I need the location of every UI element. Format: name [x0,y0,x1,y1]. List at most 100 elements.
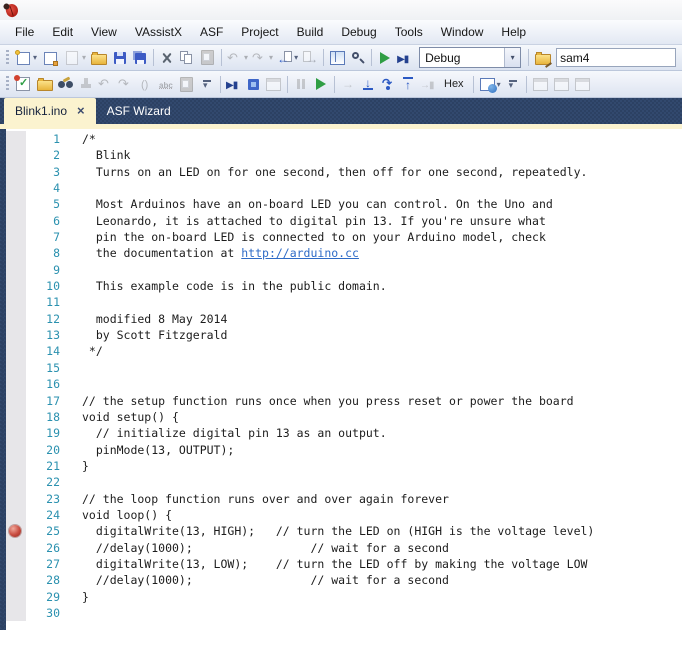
redo-button[interactable]: ▾ [250,46,275,70]
hex-toggle-button[interactable]: Hex [438,72,470,96]
find-in-files-button[interactable] [532,46,554,70]
breakpoint-gutter[interactable] [6,605,26,621]
breakpoint-gutter[interactable] [6,278,26,294]
breakpoint-gutter[interactable] [6,147,26,163]
code-line-text[interactable]: by Scott Fitzgerald [69,327,227,343]
continue-button[interactable] [311,72,331,96]
debug-break-button[interactable] [395,46,415,70]
code-line-text[interactable] [69,605,82,621]
code-line-text[interactable]: Most Arduinos have an on-board LED you c… [69,196,553,212]
va-spellcheck-button[interactable] [156,72,176,96]
breakpoint-gutter[interactable] [6,458,26,474]
menu-project[interactable]: Project [232,21,287,43]
break-all-button[interactable] [291,72,311,96]
breakpoint-gutter[interactable] [6,245,26,261]
code-line-text[interactable] [69,294,82,310]
arduino-link[interactable]: http://arduino.cc [241,246,359,260]
menu-vassistx[interactable]: VAssistX [126,21,191,43]
undo-button[interactable]: ▾ [225,46,250,70]
code-line-text[interactable]: //delay(1000); // wait for a second [69,540,449,556]
breakpoint-gutter[interactable] [6,229,26,245]
code-line-text[interactable]: // the loop function runs over and over … [69,491,449,507]
breakpoint-gutter[interactable] [6,474,26,490]
breakpoint-gutter[interactable] [6,294,26,310]
tab-asf-wizard[interactable]: ASF Wizard [96,98,182,124]
code-line-text[interactable]: pinMode(13, OUTPUT); [69,442,234,458]
va-paren-button[interactable] [136,72,156,96]
quick-search-input[interactable] [556,48,676,67]
code-line-text[interactable]: } [69,458,89,474]
breakpoint-gutter[interactable] [6,131,26,147]
code-line-text[interactable]: This example code is in the public domai… [69,278,387,294]
breakpoint-gutter[interactable] [6,589,26,605]
properties-window-button[interactable] [348,46,368,70]
code-line-text[interactable] [69,360,82,376]
code-editor[interactable]: 1/*2 Blink3 Turns on an LED on for one s… [0,129,682,630]
paste-button[interactable] [197,46,218,70]
code-line-text[interactable]: modified 8 May 2014 [69,311,227,327]
va-redo-button[interactable] [116,72,136,96]
menu-asf[interactable]: ASF [191,21,232,43]
save-all-button[interactable] [130,46,150,70]
toolbar-overflow-button-2[interactable] [503,72,523,96]
code-line-text[interactable]: void loop() { [69,507,172,523]
run-to-cursor-button[interactable] [418,72,438,96]
breakpoint-gutter[interactable] [6,262,26,278]
breakpoint-gutter[interactable] [6,343,26,359]
breakpoint-gutter[interactable] [6,360,26,376]
cut-button[interactable] [157,46,177,70]
breakpoint-gutter[interactable] [6,425,26,441]
va-undo-button[interactable] [96,72,116,96]
menu-window[interactable]: Window [432,21,493,43]
device-programming-button[interactable] [244,72,263,96]
breakpoint-gutter[interactable] [6,507,26,523]
breakpoint-gutter[interactable] [6,311,26,327]
add-new-item-button[interactable] [39,46,61,70]
code-line-text[interactable]: /* [69,131,96,147]
code-line-text[interactable]: digitalWrite(13, HIGH); // turn the LED … [69,523,594,539]
solution-explorer-button[interactable] [327,46,348,70]
code-line-text[interactable]: Blink [69,147,130,163]
code-line-text[interactable] [69,376,82,392]
code-line-text[interactable]: // initialize digital pin 13 as an outpu… [69,425,387,441]
code-line-text[interactable]: // the setup function runs once when you… [69,393,574,409]
breakpoint-gutter[interactable] [6,523,26,539]
debug-configuration-combo[interactable]: Debug▾ [419,47,521,68]
open-file-button[interactable] [88,46,110,70]
breakpoint-gutter[interactable] [6,164,26,180]
io-view-button[interactable] [530,72,551,96]
navigate-backward-button[interactable]: ▾ [275,46,300,70]
debug-break-all-button[interactable] [224,72,244,96]
breakpoint-gutter[interactable] [6,540,26,556]
breakpoint-gutter[interactable] [6,442,26,458]
code-line-text[interactable]: } [69,589,89,605]
step-over-button[interactable] [378,72,398,96]
breakpoint-gutter[interactable] [6,196,26,212]
code-line-text[interactable]: digitalWrite(13, LOW); // turn the LED o… [69,556,587,572]
menu-debug[interactable]: Debug [332,21,385,43]
va-find-references-button[interactable] [56,72,76,96]
copy-button[interactable] [177,46,197,70]
va-open-file-button[interactable] [34,72,56,96]
watch-window-button[interactable]: ▾ [477,72,503,96]
code-line-text[interactable]: the documentation at http://arduino.cc [69,245,359,261]
chevron-down-icon[interactable]: ▾ [504,48,520,67]
step-out-button[interactable] [398,72,418,96]
start-debugging-button[interactable] [375,46,395,70]
new-project-button[interactable]: ▾ [12,46,39,70]
new-file-button[interactable]: ▾ [61,46,88,70]
code-line-text[interactable]: pin the on-board LED is connected to on … [69,229,546,245]
breakpoint-gutter[interactable] [6,556,26,572]
breakpoint-gutter[interactable] [6,327,26,343]
breakpoint-gutter[interactable] [6,409,26,425]
code-line-text[interactable] [69,474,82,490]
close-icon[interactable]: × [77,105,85,117]
va-paste-button[interactable] [176,72,197,96]
device-info-button[interactable] [263,72,284,96]
breakpoint-gutter[interactable] [6,393,26,409]
breakpoint-gutter[interactable] [6,213,26,229]
code-line-text[interactable]: Leonardo, it is attached to digital pin … [69,213,546,229]
disassembly-button[interactable] [572,72,593,96]
tab-blink1-ino[interactable]: Blink1.ino × [4,98,96,124]
breakpoint-indicator[interactable] [9,525,21,537]
